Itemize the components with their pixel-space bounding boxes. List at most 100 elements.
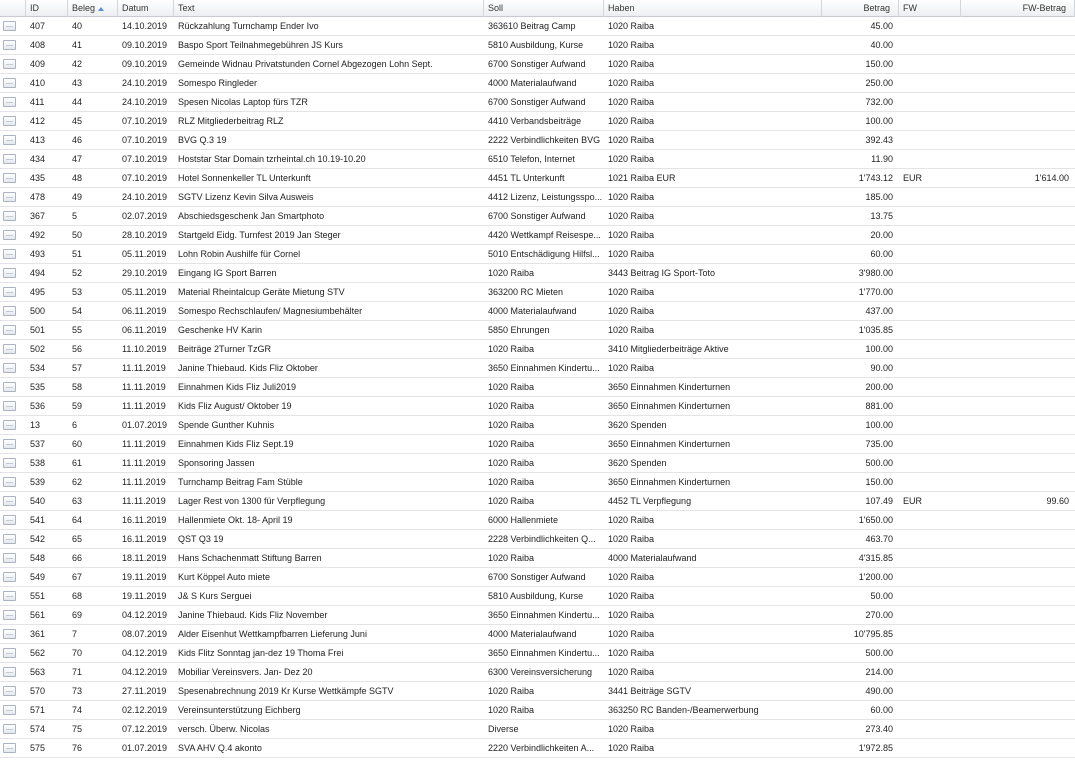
row-icon-cell[interactable] <box>0 321 26 339</box>
row-icon-cell[interactable] <box>0 207 26 225</box>
table-row[interactable]: 549 67 19.11.2019 Kurt Köppel Auto miete 670… <box>0 568 1075 587</box>
document-icon[interactable] <box>3 173 16 183</box>
document-icon[interactable] <box>3 458 16 468</box>
row-icon-cell[interactable] <box>0 435 26 453</box>
document-icon[interactable] <box>3 59 16 69</box>
document-icon[interactable] <box>3 553 16 563</box>
table-row[interactable]: 571 74 02.12.2019 Vereinsunterstützung Eich… <box>0 701 1075 720</box>
document-icon[interactable] <box>3 686 16 696</box>
document-icon[interactable] <box>3 135 16 145</box>
row-icon-cell[interactable] <box>0 644 26 662</box>
row-icon-cell[interactable] <box>0 112 26 130</box>
document-icon[interactable] <box>3 743 16 753</box>
table-row[interactable]: 537 60 11.11.2019 Einnahmen Kids Fliz Sept.… <box>0 435 1075 454</box>
row-icon-cell[interactable] <box>0 245 26 263</box>
column-header-id[interactable]: ID <box>26 0 68 17</box>
document-icon[interactable] <box>3 287 16 297</box>
table-row[interactable]: 551 68 19.11.2019 J& S Kurs Serguei 5810 Aus… <box>0 587 1075 606</box>
document-icon[interactable] <box>3 40 16 50</box>
column-header-beleg[interactable]: Beleg <box>68 0 118 17</box>
column-header-fw[interactable]: FW <box>899 0 961 17</box>
document-icon[interactable] <box>3 306 16 316</box>
document-icon[interactable] <box>3 192 16 202</box>
row-icon-cell[interactable] <box>0 663 26 681</box>
document-icon[interactable] <box>3 382 16 392</box>
document-icon[interactable] <box>3 78 16 88</box>
row-icon-cell[interactable] <box>0 359 26 377</box>
table-row[interactable]: 478 49 24.10.2019 SGTV Lizenz Kevin Silva A… <box>0 188 1075 207</box>
table-row[interactable]: 413 46 07.10.2019 BVG Q.3 19 2222 Verbindlic… <box>0 131 1075 150</box>
row-icon-cell[interactable] <box>0 55 26 73</box>
document-icon[interactable] <box>3 325 16 335</box>
document-icon[interactable] <box>3 515 16 525</box>
document-icon[interactable] <box>3 667 16 677</box>
row-icon-cell[interactable] <box>0 302 26 320</box>
document-icon[interactable] <box>3 230 16 240</box>
document-icon[interactable] <box>3 21 16 31</box>
row-icon-cell[interactable] <box>0 169 26 187</box>
document-icon[interactable] <box>3 97 16 107</box>
row-icon-cell[interactable] <box>0 625 26 643</box>
row-icon-cell[interactable] <box>0 416 26 434</box>
row-icon-cell[interactable] <box>0 226 26 244</box>
table-row[interactable]: 538 61 11.11.2019 Sponsoring Jassen 1020 Rai… <box>0 454 1075 473</box>
table-row[interactable]: 539 62 11.11.2019 Turnchamp Beitrag Fam Stü… <box>0 473 1075 492</box>
table-row[interactable]: 561 69 04.12.2019 Janine Thiebaud. Kids Fli… <box>0 606 1075 625</box>
table-row[interactable]: 574 75 07.12.2019 versch. Überw. Nicolas Div… <box>0 720 1075 739</box>
document-icon[interactable] <box>3 401 16 411</box>
document-icon[interactable] <box>3 154 16 164</box>
document-icon[interactable] <box>3 610 16 620</box>
row-icon-cell[interactable] <box>0 568 26 586</box>
row-icon-cell[interactable] <box>0 283 26 301</box>
row-icon-cell[interactable] <box>0 150 26 168</box>
table-row[interactable]: 562 70 04.12.2019 Kids Flitz Sonntag jan-de… <box>0 644 1075 663</box>
column-header-icon[interactable] <box>0 0 26 17</box>
row-icon-cell[interactable] <box>0 492 26 510</box>
table-row[interactable]: 502 56 11.10.2019 Beiträge 2Turner TzGR 1020… <box>0 340 1075 359</box>
row-icon-cell[interactable] <box>0 17 26 35</box>
table-row[interactable]: 492 50 28.10.2019 Startgeld Eidg. Turnfest … <box>0 226 1075 245</box>
column-header-text[interactable]: Text <box>174 0 484 17</box>
row-icon-cell[interactable] <box>0 340 26 358</box>
column-header-haben[interactable]: Haben <box>604 0 822 17</box>
column-header-soll[interactable]: Soll <box>484 0 604 17</box>
column-header-betrag[interactable]: Betrag <box>822 0 899 17</box>
document-icon[interactable] <box>3 268 16 278</box>
row-icon-cell[interactable] <box>0 739 26 757</box>
table-row[interactable]: 412 45 07.10.2019 RLZ Mitgliederbeitrag RLZ… <box>0 112 1075 131</box>
row-icon-cell[interactable] <box>0 606 26 624</box>
table-row[interactable]: 494 52 29.10.2019 Eingang IG Sport Barren 10… <box>0 264 1075 283</box>
table-row[interactable]: 575 76 01.07.2019 SVA AHV Q.4 akonto 2220 Ve… <box>0 739 1075 758</box>
column-header-fw-betrag[interactable]: FW-Betrag <box>961 0 1075 17</box>
document-icon[interactable] <box>3 591 16 601</box>
table-row[interactable]: 495 53 05.11.2019 Material Rheintalcup Gerä… <box>0 283 1075 302</box>
document-icon[interactable] <box>3 534 16 544</box>
document-icon[interactable] <box>3 629 16 639</box>
table-row[interactable]: 493 51 05.11.2019 Lohn Robin Aushilfe für C… <box>0 245 1075 264</box>
row-icon-cell[interactable] <box>0 530 26 548</box>
document-icon[interactable] <box>3 477 16 487</box>
document-icon[interactable] <box>3 705 16 715</box>
table-row[interactable]: 563 71 04.12.2019 Mobiliar Vereinsvers. Jan… <box>0 663 1075 682</box>
document-icon[interactable] <box>3 724 16 734</box>
table-row[interactable]: 410 43 24.10.2019 Somespo Ringleder 4000 Mat… <box>0 74 1075 93</box>
row-icon-cell[interactable] <box>0 454 26 472</box>
table-row[interactable]: 548 66 18.11.2019 Hans Schachenmatt Stiftun… <box>0 549 1075 568</box>
table-row[interactable]: 541 64 16.11.2019 Hallenmiete Okt. 18- Apri… <box>0 511 1075 530</box>
table-row[interactable]: 542 65 16.11.2019 QST Q3 19 2228 Verbindlich… <box>0 530 1075 549</box>
row-icon-cell[interactable] <box>0 549 26 567</box>
column-header-datum[interactable]: Datum <box>118 0 174 17</box>
document-icon[interactable] <box>3 648 16 658</box>
row-icon-cell[interactable] <box>0 701 26 719</box>
row-icon-cell[interactable] <box>0 720 26 738</box>
row-icon-cell[interactable] <box>0 36 26 54</box>
table-row[interactable]: 535 58 11.11.2019 Einnahmen Kids Fliz Juli2… <box>0 378 1075 397</box>
table-row[interactable]: 361 7 08.07.2019 Alder Eisenhut Wettkampfba… <box>0 625 1075 644</box>
row-icon-cell[interactable] <box>0 511 26 529</box>
table-row[interactable]: 534 57 11.11.2019 Janine Thiebaud. Kids Fli… <box>0 359 1075 378</box>
row-icon-cell[interactable] <box>0 188 26 206</box>
document-icon[interactable] <box>3 420 16 430</box>
table-row[interactable]: 501 55 06.11.2019 Geschenke HV Karin 5850 Eh… <box>0 321 1075 340</box>
table-row[interactable]: 435 48 07.10.2019 Hotel Sonnenkeller TL Unt… <box>0 169 1075 188</box>
table-row[interactable]: 407 40 14.10.2019 Rückzahlung Turnchamp End… <box>0 17 1075 36</box>
